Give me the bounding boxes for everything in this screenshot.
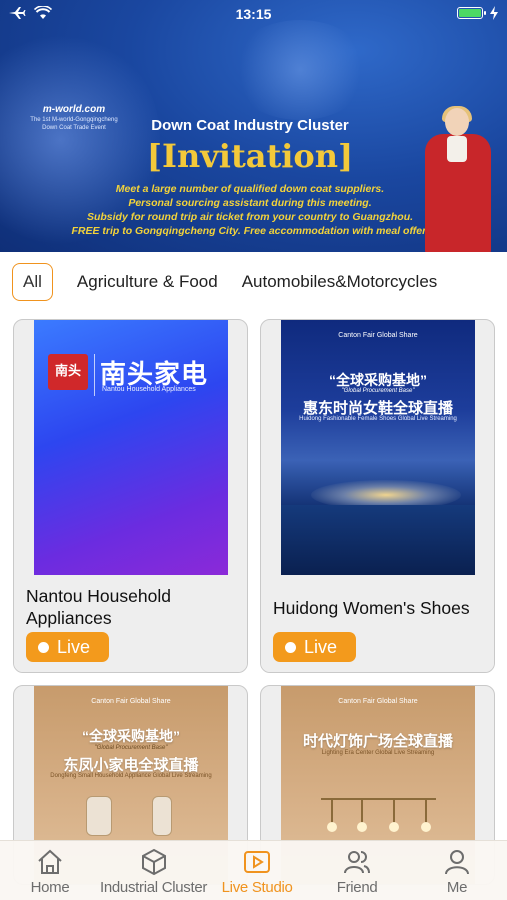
nav-me[interactable]: Me xyxy=(407,841,507,900)
nav-label: Live Studio xyxy=(221,879,293,896)
live-label: Live xyxy=(304,636,338,657)
nav-live-studio[interactable]: Live Studio xyxy=(207,841,307,900)
model-head xyxy=(445,108,469,136)
status-right xyxy=(457,6,499,20)
live-button[interactable]: Live xyxy=(273,632,356,662)
appliance-graphic xyxy=(86,796,112,836)
thumbnail-subtitle: "Global Procurement Base" xyxy=(94,745,168,751)
nav-label: Home xyxy=(30,879,70,896)
nav-friend[interactable]: Friend xyxy=(307,841,407,900)
tab-agriculture-food[interactable]: Agriculture & Food xyxy=(77,264,218,300)
nav-label: Friend xyxy=(336,879,378,896)
live-label: Live xyxy=(57,636,91,657)
card-title: Nantou Household Appliances xyxy=(26,586,171,628)
thumbnail-caption: Lighting Era Center Global Live Streamin… xyxy=(321,750,435,756)
thumbnail-subtitle: "Global Procurement Base" xyxy=(341,388,415,394)
category-tabs: All Agriculture & Food Automobiles&Motor… xyxy=(0,262,507,302)
banner-title: Down Coat Industry Cluster xyxy=(151,117,349,134)
person-icon xyxy=(445,850,470,875)
nav-industrial-cluster[interactable]: Industrial Cluster xyxy=(100,841,207,900)
thumbnail-quote: “全球采购基地” xyxy=(82,728,180,744)
fair-logos: Canton Fair Global Share xyxy=(91,698,171,705)
nav-label: Industrial Cluster xyxy=(99,879,208,896)
banner-line: Meet a large number of qualified down co… xyxy=(115,183,385,195)
thumbnail-caption: Huidong Fashionable Female Shoes Global … xyxy=(299,416,457,422)
fair-logos: Canton Fair Global Share xyxy=(338,698,418,705)
promo-banner[interactable]: m-world.com The 1st M-world-Gongqingchen… xyxy=(0,0,507,252)
friends-icon xyxy=(344,851,371,874)
home-icon xyxy=(38,849,62,874)
thumbnail-headline: 时代灯饰广场全球直播 xyxy=(302,733,453,750)
model-scarf xyxy=(447,136,467,162)
sea-graphic xyxy=(281,505,475,575)
live-dot-icon xyxy=(38,641,49,653)
card-title: Huidong Women's Shoes xyxy=(273,598,470,618)
nav-home[interactable]: Home xyxy=(0,841,100,900)
thumbnail-headline: 惠东时尚女鞋全球直播 xyxy=(302,400,453,417)
cube-icon xyxy=(141,848,166,876)
status-bar: 13:15 xyxy=(0,0,507,28)
banner-line: Personal sourcing assistant during this … xyxy=(128,197,372,209)
card-thumbnail: 南头 南头家电 Nantou Household Appliances xyxy=(34,320,228,575)
appliance-graphic xyxy=(152,796,172,836)
logo-divider xyxy=(94,354,95,396)
charging-icon xyxy=(490,6,498,20)
fair-logos: Canton Fair Global Share xyxy=(338,332,418,339)
status-time: 13:15 xyxy=(235,6,272,22)
studio-card[interactable]: 南头 南头家电 Nantou Household Appliances Nant… xyxy=(13,319,248,673)
banner-glow xyxy=(230,20,370,120)
tab-all[interactable]: All xyxy=(12,263,53,301)
studio-card[interactable]: Canton Fair Global Share “全球采购基地” "Globa… xyxy=(260,319,495,673)
thumbnail-quote: “全球采购基地” xyxy=(329,372,427,388)
thumbnail-caption: Dongfeng Small Household Appliance Globa… xyxy=(50,773,212,779)
card-thumbnail: Canton Fair Global Share “全球采购基地” "Globa… xyxy=(281,320,475,575)
brand-name-en: Nantou Household Appliances xyxy=(102,386,196,393)
banner-headline: [Invitation] xyxy=(146,137,354,175)
bottom-nav: Home Industrial Cluster Live Studio Frie… xyxy=(0,840,507,900)
logo-text: m-world.com xyxy=(42,104,106,115)
chandelier-graphic xyxy=(321,798,436,838)
live-button[interactable]: Live xyxy=(26,632,109,662)
play-icon xyxy=(244,851,271,873)
model-image xyxy=(423,106,493,252)
nantou-logo: 南头 xyxy=(48,354,88,390)
banner-line: FREE trip to Gongqingcheng City. Free ac… xyxy=(71,225,429,237)
battery-icon xyxy=(457,7,486,19)
banner-text: Meet a large number of qualified down co… xyxy=(40,182,460,238)
live-dot-icon xyxy=(285,641,296,653)
tab-automobiles-motorcycles[interactable]: Automobiles&Motorcycles xyxy=(242,264,438,300)
thumbnail-headline: 东凤小家电全球直播 xyxy=(63,757,199,774)
nav-label: Me xyxy=(446,879,468,896)
banner-line: Subsidy for round trip air ticket from y… xyxy=(86,211,414,223)
battery-fill xyxy=(459,9,481,17)
